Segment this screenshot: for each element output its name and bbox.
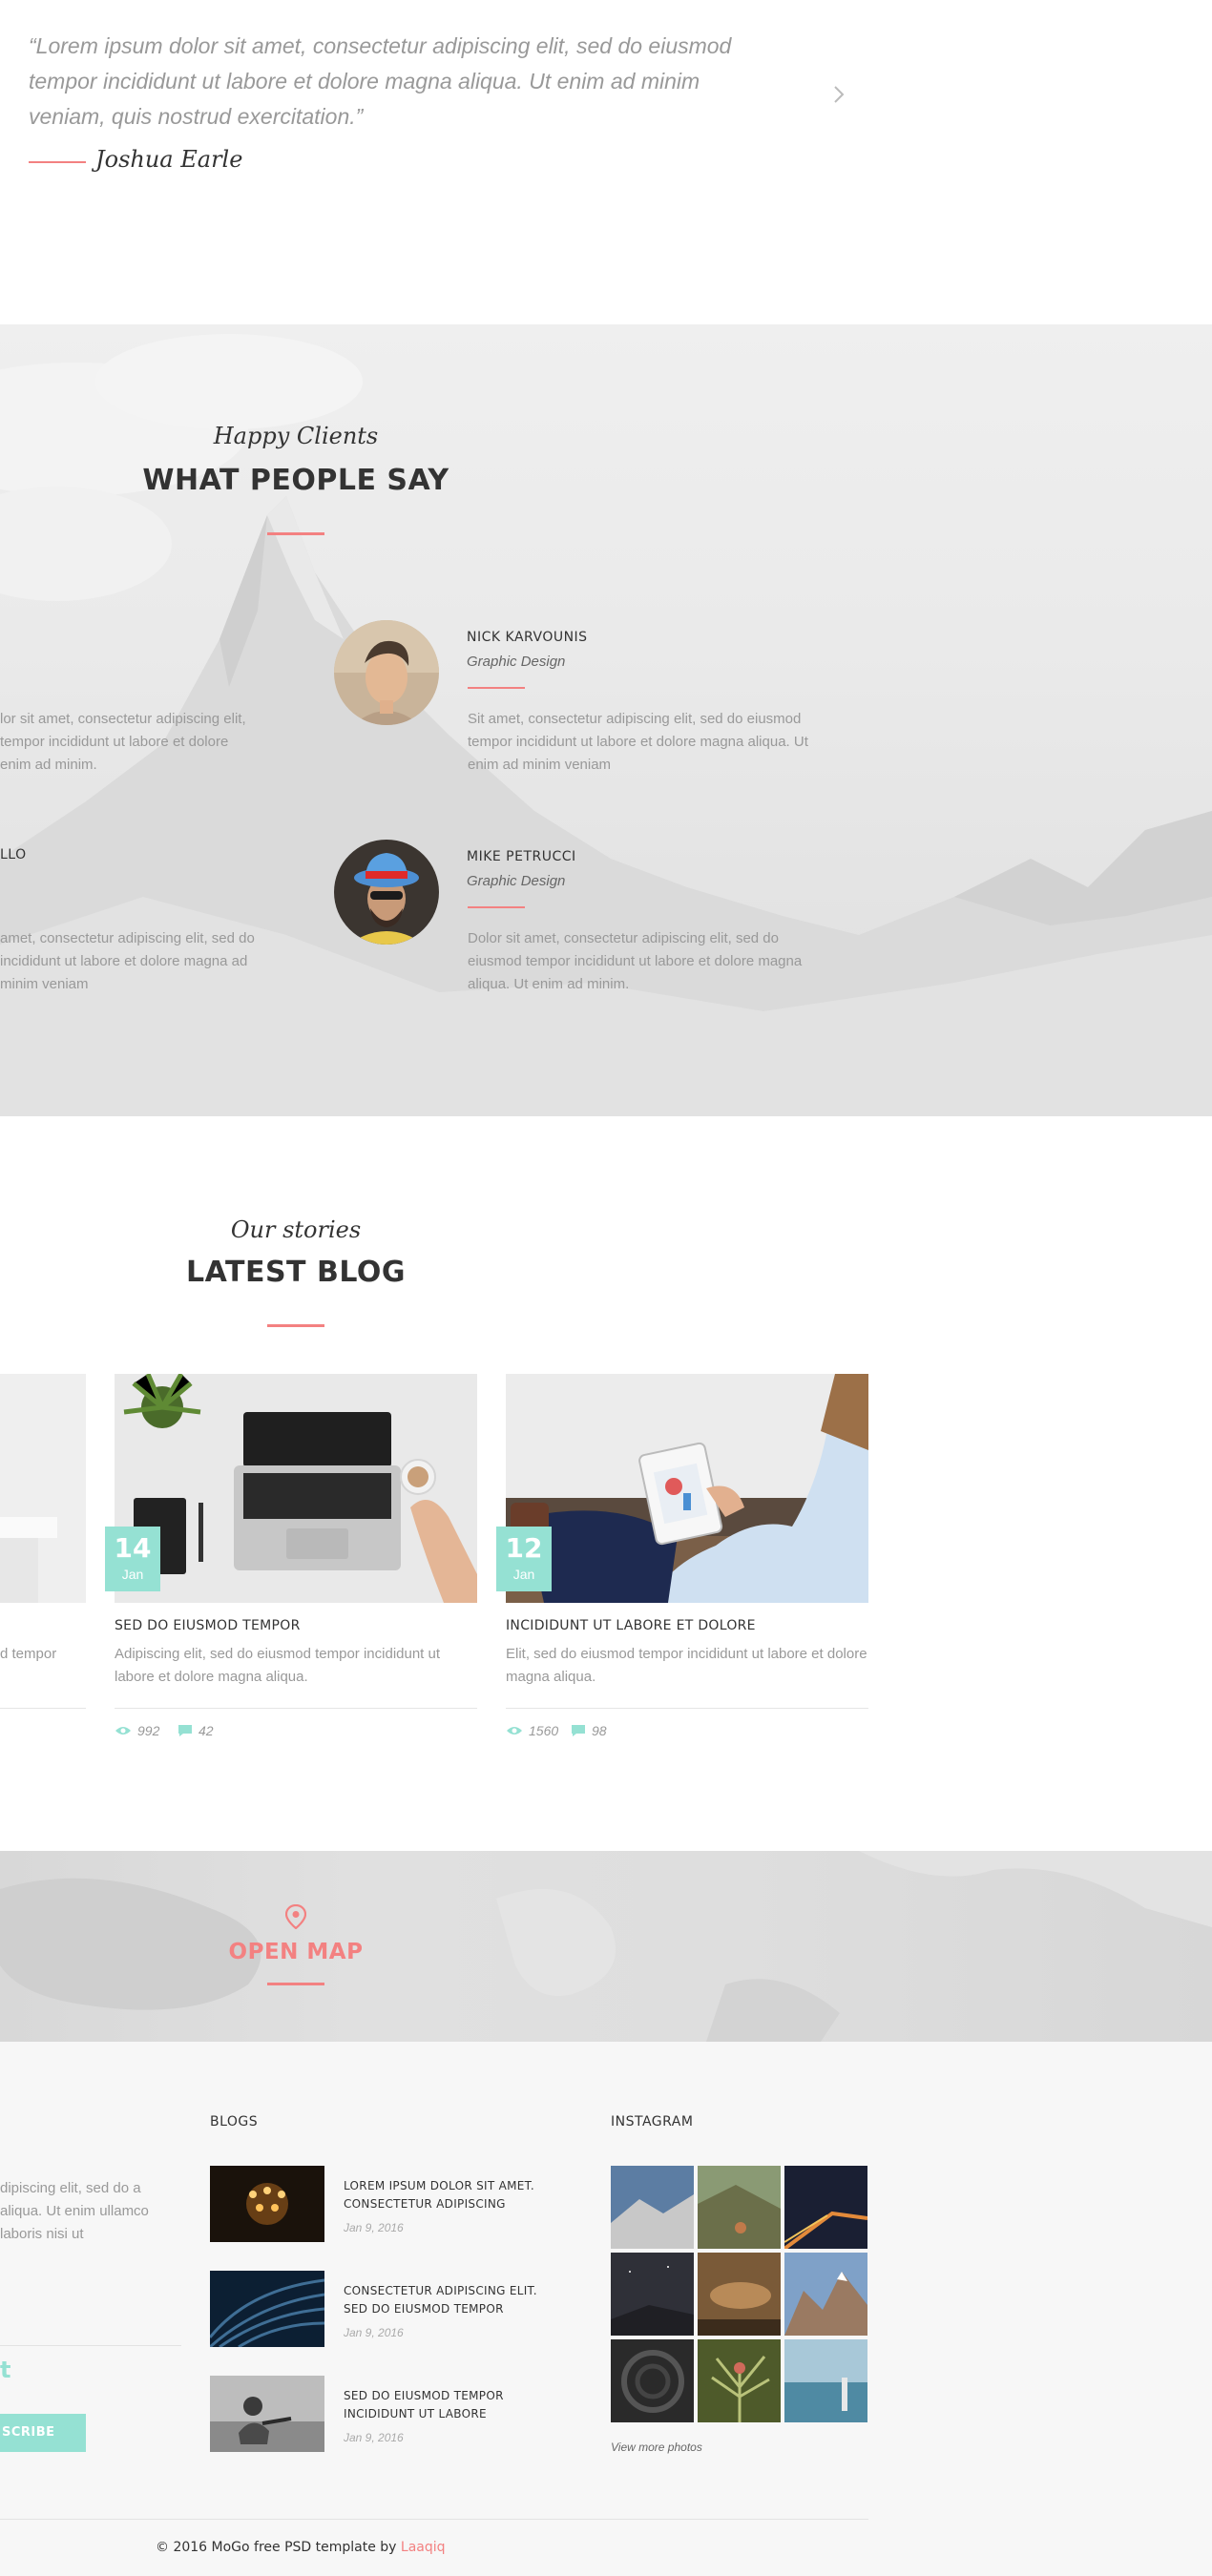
post-views: 992 <box>115 1723 159 1738</box>
map-divider <box>267 1983 324 1985</box>
post-comments: 42 <box>178 1723 214 1738</box>
eye-icon <box>115 1727 131 1735</box>
footer-blog-title[interactable]: LOREM IPSUM DOLOR SIT AMET. CONSECTETUR … <box>344 2177 544 2213</box>
title-divider <box>267 532 324 535</box>
testimonial-name: MIKE PETRUCCI <box>467 849 576 864</box>
copyright-text: © 2016 MoGo free PSD template by <box>156 2540 401 2555</box>
footer-bottom-divider <box>0 2519 868 2520</box>
quote-divider <box>29 161 86 163</box>
comment-icon <box>178 1725 192 1736</box>
footer-blog-thumb[interactable] <box>210 2376 324 2452</box>
instagram-photo[interactable] <box>698 2339 781 2422</box>
footer-blog-date: Jan 9, 2016 <box>344 2431 404 2444</box>
blog-post-body-partial: d tempor <box>0 1646 57 1662</box>
copyright: © 2016 MoGo free PSD template by Laaqiq <box>156 2540 446 2555</box>
post-views: 1560 <box>506 1723 558 1738</box>
instagram-photo[interactable] <box>698 2253 781 2336</box>
testimonial-body: Sit amet, consectetur adipiscing elit, s… <box>468 711 808 773</box>
map-band[interactable]: OPEN MAP <box>0 1851 1212 2042</box>
view-more-photos-link[interactable]: View more photos <box>611 2441 702 2454</box>
map-background <box>0 1851 1212 2042</box>
testimonial-role: Graphic Design <box>467 654 566 670</box>
section-subtitle: Our stories <box>230 1216 362 1243</box>
instagram-photo[interactable] <box>784 2339 867 2422</box>
testimonial-name: NICK KARVOUNIS <box>467 630 588 645</box>
instagram-grid <box>611 2166 867 2422</box>
blog-post-image[interactable] <box>115 1374 477 1603</box>
footer-instagram-heading: INSTAGRAM <box>611 2114 694 2129</box>
open-map-link[interactable]: OPEN MAP <box>191 1940 401 1964</box>
post-date-month: Jan <box>512 1567 535 1582</box>
footer-about-partial: dipiscing elit, sed do a aliqua. Ut enim… <box>0 2180 149 2242</box>
copyright-brand-link[interactable]: Laaqiq <box>401 2540 446 2555</box>
blog-post-body: Elit, sed do eiusmod tempor incididunt u… <box>506 1646 867 1685</box>
instagram-photo[interactable] <box>784 2166 867 2249</box>
title-divider <box>267 1324 324 1327</box>
instagram-photo[interactable] <box>698 2166 781 2249</box>
eye-icon <box>507 1727 522 1735</box>
post-views-count: 992 <box>137 1723 160 1738</box>
section-subtitle: Happy Clients <box>213 423 379 449</box>
testimonial-quote: “Lorem ipsum dolor sit amet, consectetur… <box>29 33 732 129</box>
section-title: LATEST BLOG <box>185 1256 407 1289</box>
blog-post-image[interactable] <box>506 1374 868 1603</box>
instagram-photo[interactable] <box>611 2166 694 2249</box>
subscribe-button[interactable]: SCRIBE <box>0 2414 86 2452</box>
avatar <box>334 620 439 725</box>
footer-divider <box>0 2345 181 2346</box>
testimonial-body: Dolor sit amet, consectetur adipiscing e… <box>468 930 803 992</box>
post-comments-count: 42 <box>199 1723 214 1738</box>
blog-post-body: Adipiscing elit, sed do eiusmod tempor i… <box>115 1646 441 1685</box>
testimonials-section: Happy Clients WHAT PEOPLE SAY lor sit am… <box>0 324 1212 1116</box>
instagram-photo[interactable] <box>611 2253 694 2336</box>
quote-author: Joshua Earle <box>95 146 243 173</box>
testimonial-role: Graphic Design <box>467 873 566 889</box>
footer-blog-date: Jan 9, 2016 <box>344 2326 404 2339</box>
testimonial-body-partial: lor sit amet, consectetur adipiscing eli… <box>0 711 246 773</box>
newsletter-title-partial: t <box>0 2357 11 2383</box>
section-title: WHAT PEOPLE SAY <box>142 464 449 497</box>
blog-post-title[interactable]: INCIDIDUNT UT LABORE ET DOLORE <box>506 1618 756 1633</box>
footer-blog-title[interactable]: SED DO EIUSMOD TEMPOR INCIDIDUNT UT LABO… <box>344 2387 544 2423</box>
testimonial-body-partial: amet, consectetur adipiscing elit, sed d… <box>0 930 255 992</box>
avatar <box>334 840 439 945</box>
post-date-badge: 14 Jan <box>105 1527 160 1591</box>
map-pin-icon <box>285 1904 306 1929</box>
post-views-count: 1560 <box>529 1723 559 1738</box>
testimonial-divider <box>468 906 525 908</box>
footer-blogs-heading: BLOGS <box>210 2114 259 2129</box>
post-divider <box>506 1708 868 1709</box>
footer-blog-thumb[interactable] <box>210 2271 324 2347</box>
post-comments: 98 <box>571 1723 607 1738</box>
instagram-photo[interactable] <box>784 2253 867 2336</box>
blog-post-image-partial[interactable] <box>0 1374 86 1603</box>
comment-icon <box>572 1725 585 1736</box>
testimonial-name-partial: LLO <box>0 847 27 862</box>
post-divider <box>0 1708 86 1709</box>
post-divider <box>115 1708 477 1709</box>
post-date-day: 14 <box>114 1532 152 1564</box>
blog-post-title[interactable]: SED DO EIUSMOD TEMPOR <box>115 1618 301 1633</box>
post-date-badge: 12 Jan <box>496 1527 552 1591</box>
footer-blog-date: Jan 9, 2016 <box>344 2221 404 2234</box>
chevron-right-icon[interactable] <box>828 84 849 105</box>
footer-blog-thumb[interactable] <box>210 2166 324 2242</box>
post-comments-count: 98 <box>592 1723 607 1738</box>
footer-blog-title[interactable]: CONSECTETUR ADIPISCING ELIT. SED DO EIUS… <box>344 2282 544 2318</box>
post-date-day: 12 <box>505 1532 543 1564</box>
testimonial-divider <box>468 687 525 689</box>
footer: dipiscing elit, sed do a aliqua. Ut enim… <box>0 2042 1212 2576</box>
post-date-month: Jan <box>121 1567 144 1582</box>
instagram-photo[interactable] <box>611 2339 694 2422</box>
